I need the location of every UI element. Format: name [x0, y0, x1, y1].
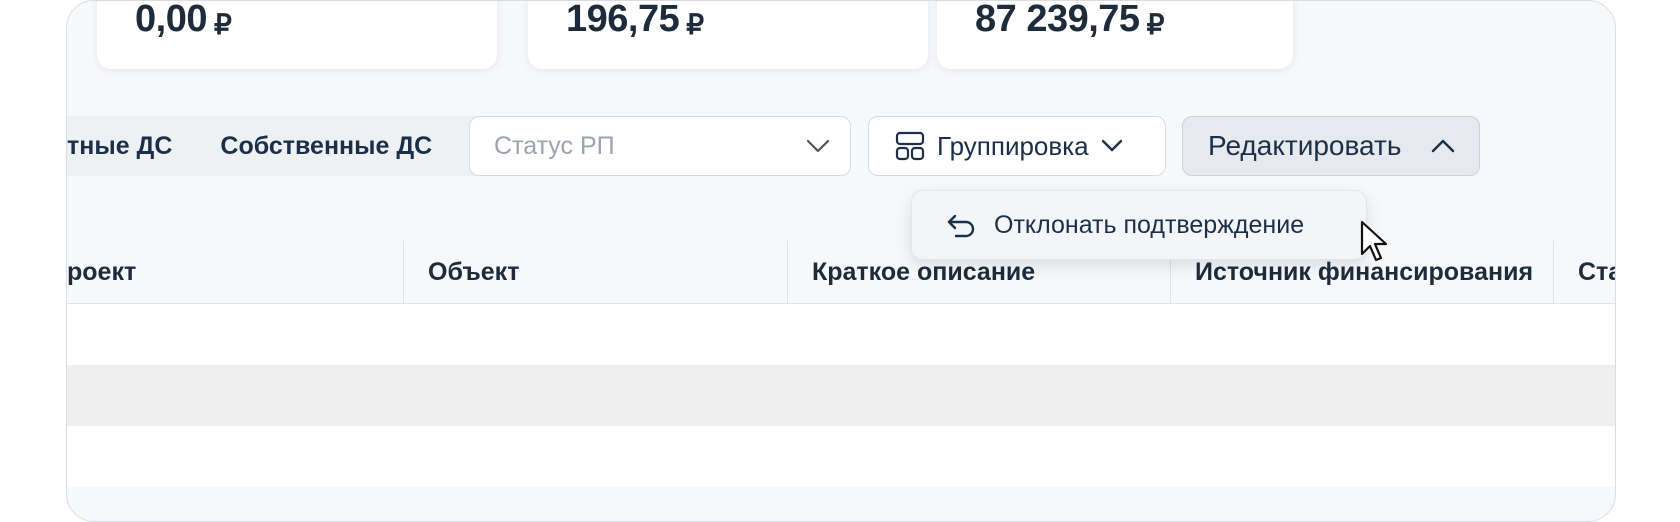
- grouping-icon: [895, 131, 925, 161]
- currency-symbol: ₽: [686, 9, 705, 40]
- status-filter-placeholder: Статус РП: [494, 131, 615, 160]
- currency-symbol: ₽: [1146, 9, 1165, 40]
- mouse-pointer-icon: [1360, 220, 1390, 264]
- table-row[interactable]: [67, 365, 1615, 426]
- tab-attracted-funds[interactable]: тные ДС: [67, 132, 196, 161]
- chevron-down-icon: [806, 139, 830, 153]
- summary-card: 196,75 ₽: [528, 0, 928, 69]
- chevron-up-icon: [1431, 139, 1455, 153]
- edit-button-label: Редактировать: [1208, 130, 1402, 161]
- column-header-object[interactable]: Объект: [403, 241, 787, 303]
- summary-card-value: 87 239,75: [975, 0, 1140, 40]
- summary-card-value: 0,00: [135, 0, 207, 40]
- summary-card-value: 196,75: [566, 0, 680, 40]
- funding-segment-control: тные ДС Собственные ДС: [67, 116, 519, 176]
- currency-symbol: ₽: [213, 9, 232, 40]
- chevron-down-icon: [1101, 139, 1123, 153]
- column-header-project[interactable]: роект: [67, 241, 403, 303]
- edit-dropdown-menu: Отклонать подтверждение: [911, 190, 1367, 260]
- table-row[interactable]: [67, 304, 1615, 365]
- summary-card: 87 239,75 ₽: [937, 0, 1293, 69]
- column-header-label: Краткое описание: [812, 257, 1036, 286]
- table-row[interactable]: [67, 426, 1615, 487]
- menu-item-reject-confirmation[interactable]: Отклонать подтверждение: [994, 211, 1304, 240]
- column-header-label: Объект: [428, 257, 520, 286]
- column-header-status[interactable]: Ста: [1553, 241, 1615, 303]
- column-header-label: роект: [67, 257, 137, 286]
- status-filter-select[interactable]: Статус РП: [469, 116, 851, 176]
- column-header-label: Ста: [1578, 257, 1615, 286]
- undo-arrow-icon: [946, 212, 976, 238]
- grouping-button-label: Группировка: [937, 130, 1089, 161]
- tab-own-funds[interactable]: Собственные ДС: [196, 132, 456, 161]
- grouping-button[interactable]: Группировка: [868, 116, 1166, 176]
- summary-card: 0,00 ₽: [97, 0, 497, 69]
- edit-button[interactable]: Редактировать: [1182, 116, 1480, 176]
